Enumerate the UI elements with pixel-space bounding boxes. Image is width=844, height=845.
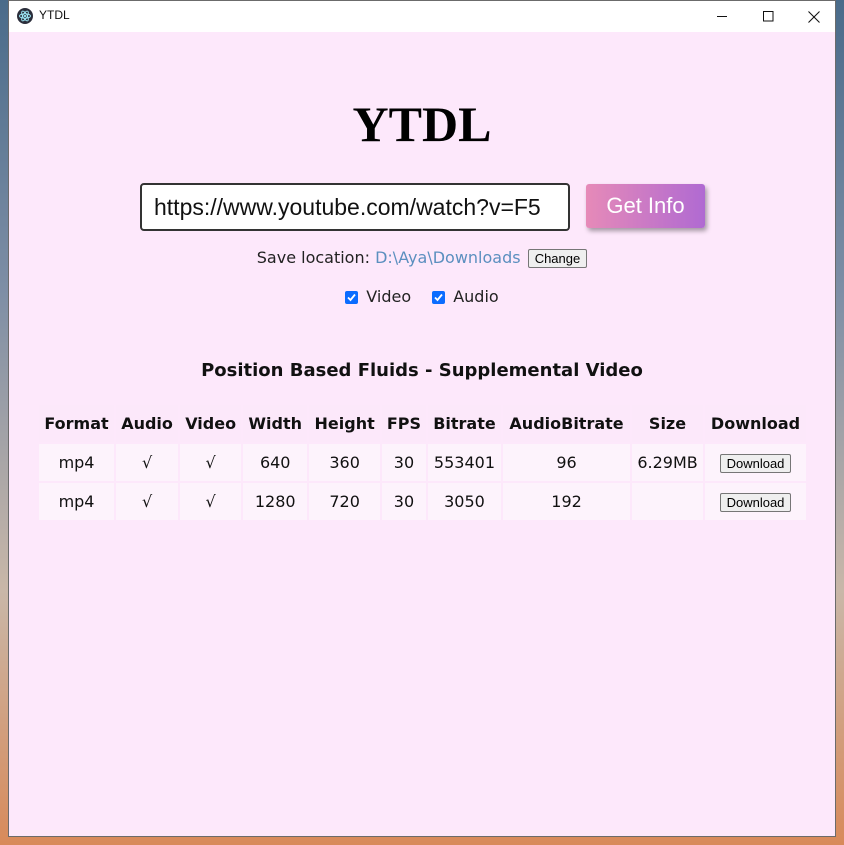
- media-options-row: Video Audio: [9, 287, 835, 309]
- cell-download: Download: [705, 483, 806, 520]
- cell-bitrate: 553401: [427, 444, 502, 481]
- cell-video: √: [180, 444, 242, 481]
- header-width: Width: [243, 405, 308, 442]
- header-bitrate: Bitrate: [427, 405, 502, 442]
- video-checkbox[interactable]: [345, 290, 359, 304]
- cell-height: 720: [309, 483, 381, 520]
- title-bar[interactable]: YTDL: [9, 1, 835, 32]
- app-content: YTDL Get Info Save location: D:\Aya\Down…: [9, 32, 835, 836]
- video-checkbox-label: Video: [366, 287, 412, 306]
- audio-checkbox[interactable]: [432, 290, 446, 304]
- header-audio: Audio: [116, 405, 179, 442]
- save-location-path[interactable]: D:\Aya\Downloads: [375, 248, 521, 267]
- table-row: mp4 √ √ 640 360 30 553401 96 6.29MB Down…: [39, 444, 806, 481]
- window-title: YTDL: [39, 8, 70, 22]
- header-fps: FPS: [382, 405, 426, 442]
- checkmark-icon: [434, 293, 443, 301]
- cell-size: 6.29MB: [632, 444, 704, 481]
- close-button[interactable]: [791, 1, 835, 32]
- minimize-icon: [716, 16, 727, 17]
- cell-audio: √: [116, 444, 179, 481]
- cell-fps: 30: [382, 444, 426, 481]
- get-info-button[interactable]: Get Info: [586, 184, 705, 228]
- maximize-button[interactable]: [745, 1, 791, 32]
- cell-download: Download: [705, 444, 806, 481]
- cell-format: mp4: [39, 444, 115, 481]
- header-format: Format: [39, 405, 115, 442]
- formats-table: Format Audio Video Width Height FPS Bitr…: [37, 403, 808, 522]
- cell-bitrate: 3050: [427, 483, 502, 520]
- cell-audio-bitrate: 192: [503, 483, 630, 520]
- header-download: Download: [705, 405, 806, 442]
- close-icon: [808, 10, 820, 23]
- maximize-icon: [762, 11, 773, 22]
- save-location-label: Save location:: [256, 248, 370, 267]
- cell-fps: 30: [382, 483, 426, 520]
- cell-width: 640: [243, 444, 308, 481]
- video-title: Position Based Fluids - Supplemental Vid…: [201, 360, 643, 381]
- download-button[interactable]: Download: [719, 453, 792, 473]
- cell-audio: √: [116, 483, 179, 520]
- app-window: YTDL YTDL Get Info Save location: D:\Aya…: [8, 0, 836, 837]
- cell-size: [632, 483, 704, 520]
- header-height: Height: [309, 405, 381, 442]
- cell-width: 1280: [243, 483, 308, 520]
- video-option[interactable]: Video: [345, 287, 411, 307]
- save-location-row: Save location: D:\Aya\Downloads Change: [9, 248, 835, 268]
- cell-height: 360: [309, 444, 381, 481]
- header-audio-bitrate: AudioBitrate: [503, 405, 630, 442]
- header-video: Video: [180, 405, 242, 442]
- url-input[interactable]: [140, 183, 570, 231]
- checkmark-icon: [347, 293, 356, 301]
- minimize-button[interactable]: [699, 1, 745, 32]
- cell-video: √: [180, 483, 242, 520]
- cell-audio-bitrate: 96: [503, 444, 630, 481]
- download-button[interactable]: Download: [719, 492, 792, 512]
- table-row: mp4 √ √ 1280 720 30 3050 192 Download: [39, 483, 806, 520]
- electron-icon: [17, 8, 33, 24]
- page-title: YTDL: [352, 96, 492, 152]
- table-header-row: Format Audio Video Width Height FPS Bitr…: [39, 405, 806, 442]
- audio-option[interactable]: Audio: [432, 287, 499, 307]
- change-location-button[interactable]: Change: [527, 249, 588, 268]
- audio-checkbox-label: Audio: [453, 287, 499, 306]
- header-size: Size: [632, 405, 704, 442]
- cell-format: mp4: [39, 483, 115, 520]
